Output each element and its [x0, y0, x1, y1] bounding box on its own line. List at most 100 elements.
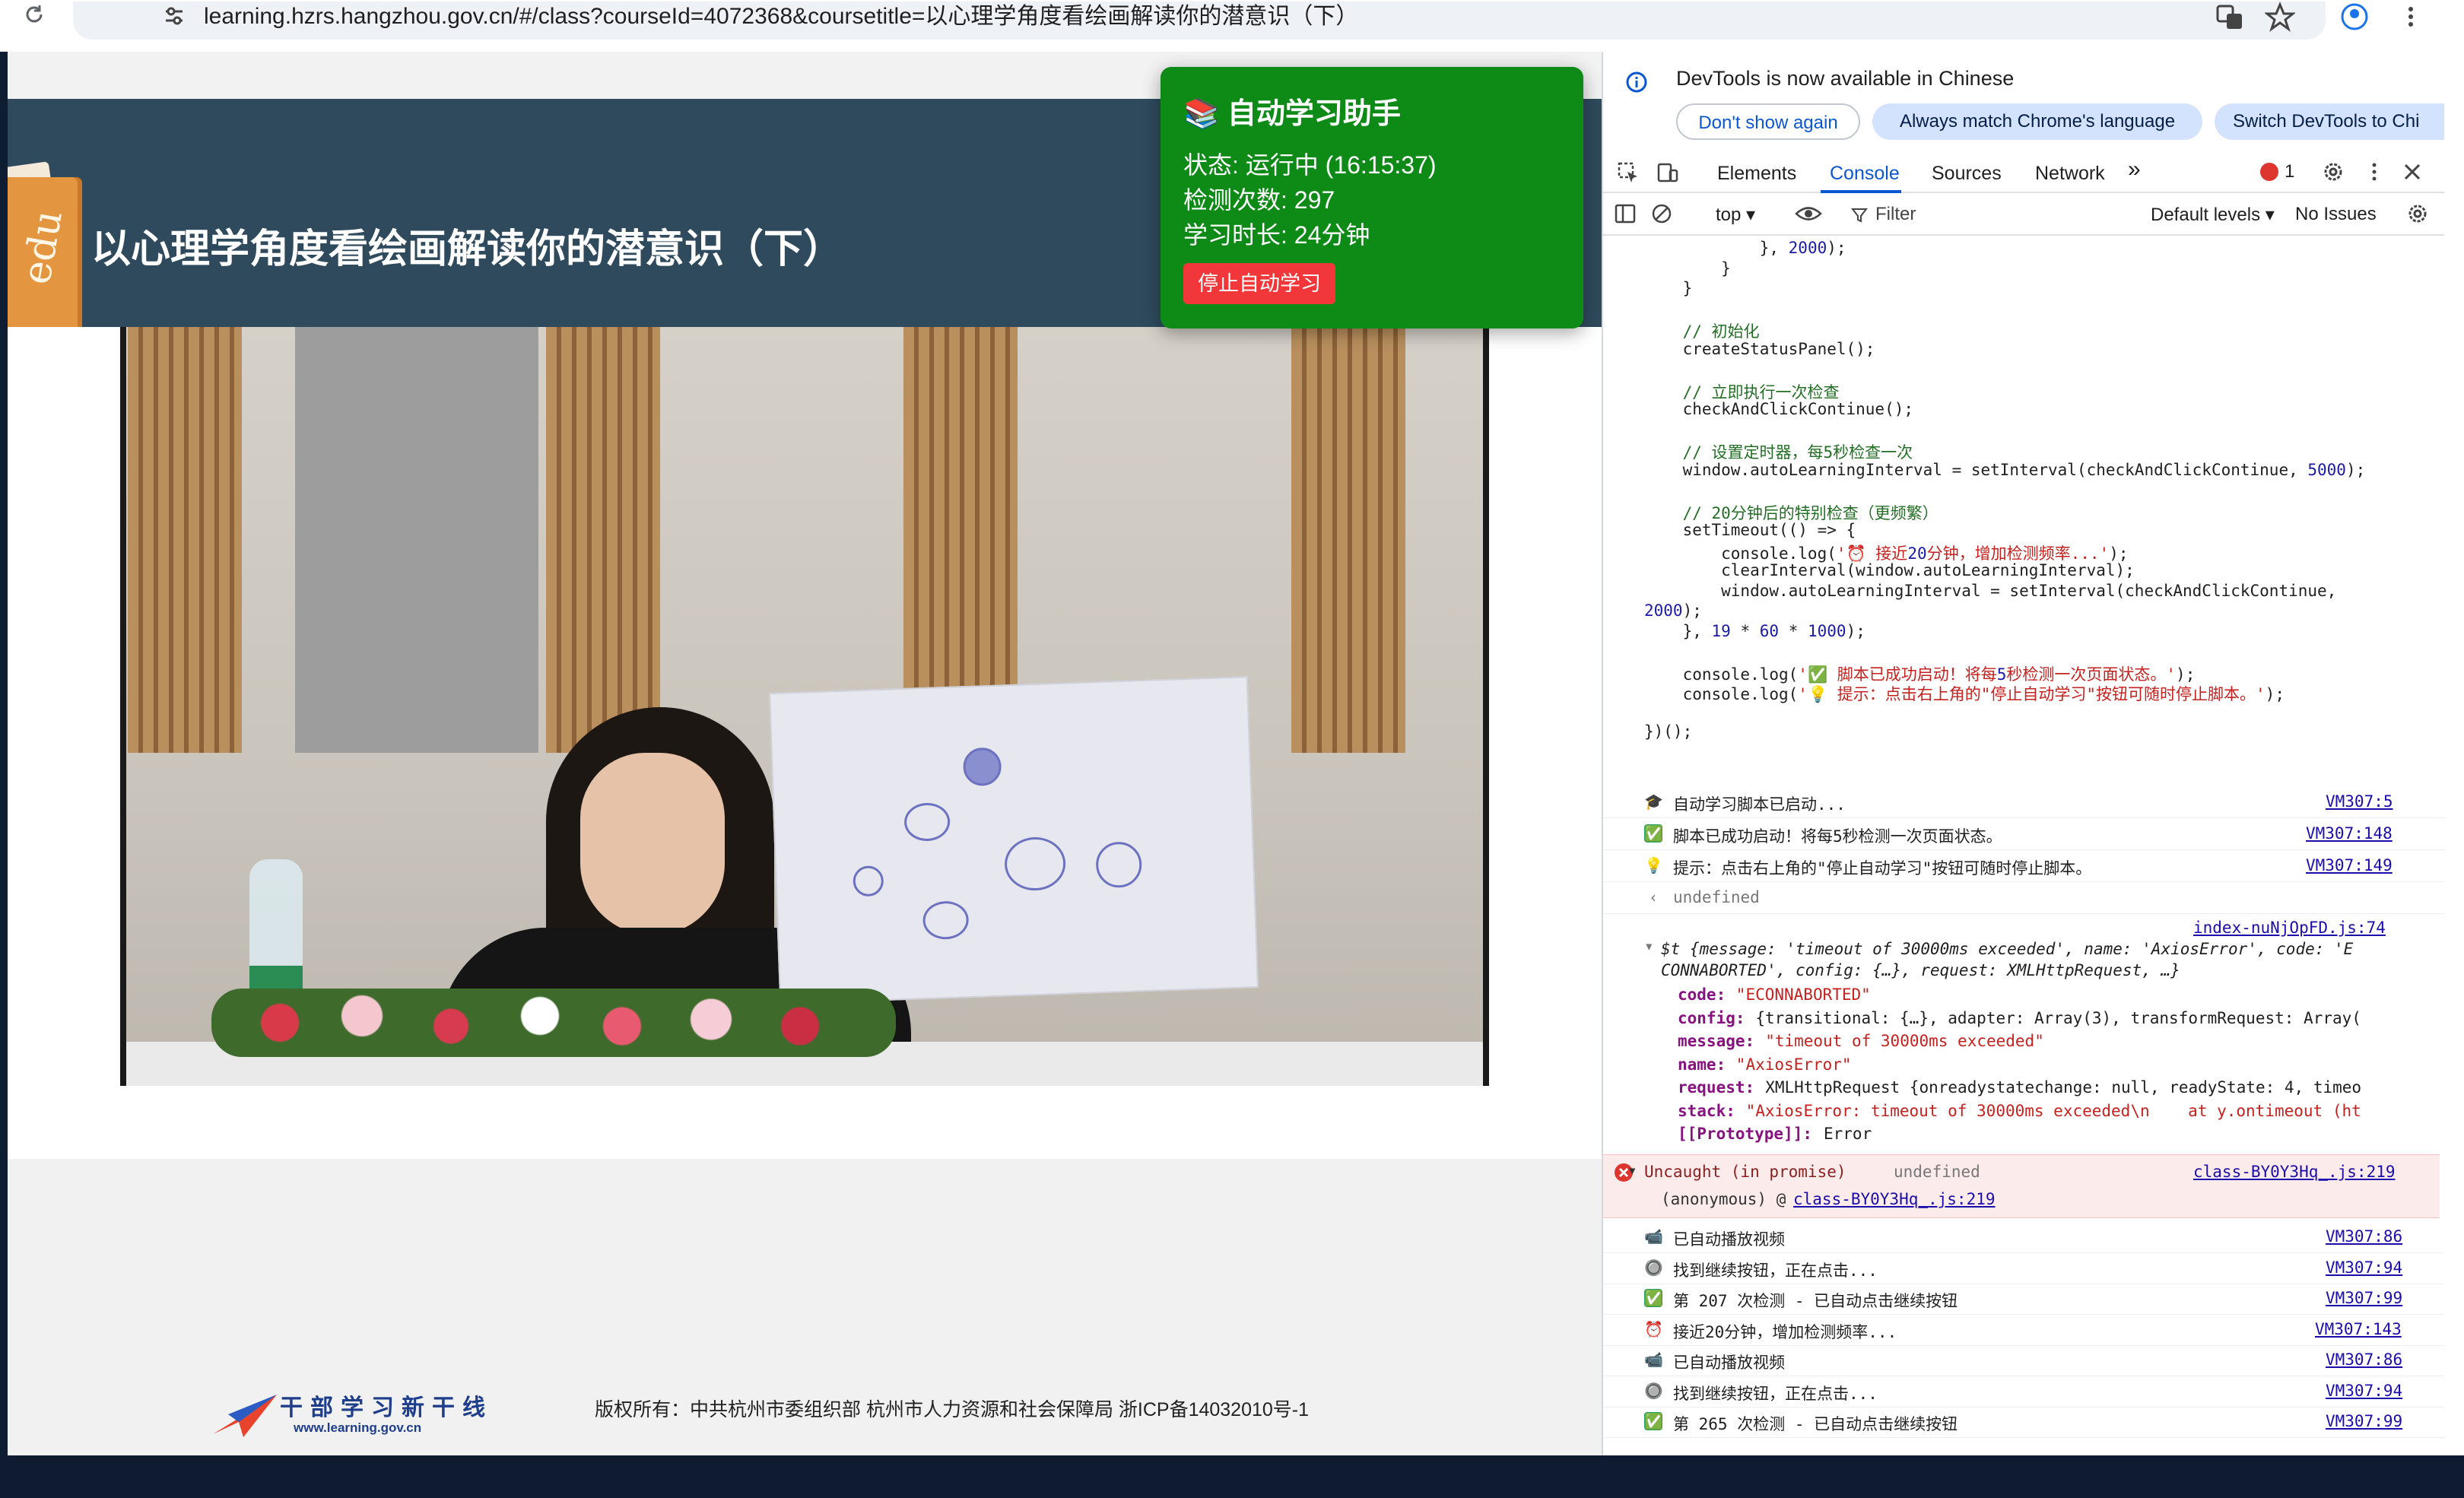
axios-source-link[interactable]: index-nuNjOpFD.js:74 [2193, 919, 2386, 937]
eval-result: undefined [1673, 888, 1760, 906]
log-source-link[interactable]: VM307:148 [2306, 824, 2393, 843]
property-value: {transitional: {…}, adapter: Array(3), t… [1755, 1008, 2361, 1027]
code-line: } [1644, 279, 1693, 297]
translate-icon[interactable] [2215, 2, 2245, 32]
assistant-status: 状态: 运行中 (16:15:37) [1183, 151, 1437, 179]
code-line: // 20分钟后的特别检查（更频繁） [1644, 503, 1938, 522]
filter-placeholder: Filter [1875, 204, 1916, 224]
expand-triangle-icon[interactable]: ▾ [1627, 1161, 1637, 1179]
log-source-link[interactable]: VM307:143 [2315, 1320, 2402, 1338]
devtools-menu-icon[interactable] [2367, 160, 2382, 184]
code-line: // 初始化 [1644, 322, 1760, 341]
context-selector[interactable]: top ▾ [1716, 204, 1755, 226]
inspect-element-icon[interactable] [1617, 161, 1640, 184]
live-expression-eye-icon[interactable] [1795, 202, 1822, 225]
sidebar-toggle-icon[interactable] [1614, 202, 1637, 225]
assistant-duration: 学习时长: 24分钟 [1183, 221, 1370, 249]
video-camera-icon: 📹 [1644, 1227, 1663, 1246]
expand-triangle-icon[interactable]: ▾ [1644, 937, 1654, 955]
property-value: "timeout of 30000ms exceeded" [1765, 1032, 2044, 1050]
profile-icon[interactable] [2339, 2, 2370, 32]
code-line: }, 19 * 60 * 1000); [1644, 621, 1865, 640]
footer-logo-url: www.learning.gov.cn [294, 1420, 422, 1435]
console-log-row: ✅ 第 265 次检测 - 已自动点击继续按钮 VM307:99 [1603, 1406, 2444, 1438]
log-message: 接近20分钟，增加检测频率... [1673, 1322, 1897, 1341]
error-badge-icon[interactable] [2260, 163, 2278, 181]
axios-error-summary[interactable]: $t {message: 'timeout of 30000ms exceede… [1661, 940, 2353, 958]
desktop-strip [0, 1455, 2464, 1498]
log-source-link[interactable]: VM307:86 [2326, 1227, 2402, 1246]
log-message: 已自动播放视频 [1673, 1354, 1785, 1372]
stack-frame-link[interactable]: class-BY0Y3Hq_.js:219 [1793, 1190, 1996, 1208]
issues-button[interactable]: No Issues [2295, 204, 2377, 225]
log-source-link[interactable]: VM307:149 [2306, 856, 2393, 874]
video-area [8, 327, 1602, 1159]
clear-console-icon[interactable] [1650, 202, 1673, 225]
property-key: stack: [1678, 1101, 1735, 1120]
log-source-link[interactable]: VM307:94 [2326, 1382, 2402, 1400]
log-source-link[interactable]: VM307:99 [2326, 1289, 2402, 1307]
log-source-link[interactable]: VM307:94 [2326, 1258, 2402, 1277]
settings-gear-icon[interactable] [2321, 160, 2345, 184]
match-language-button[interactable]: Always match Chrome's language [1872, 103, 2202, 140]
log-message: 自动学习脚本已启动... [1673, 795, 1846, 814]
log-source-link[interactable]: VM307:99 [2326, 1412, 2402, 1430]
log-levels-dropdown[interactable]: Default levels ▾ [2151, 204, 2275, 226]
drawing-mark [903, 801, 951, 842]
browser-toolbar: learning.hzrs.hangzhou.gov.cn/#/class?co… [0, 0, 2464, 52]
console-log-row: ✅ 第 207 次检测 - 已自动点击继续按钮 VM307:99 [1603, 1283, 2444, 1315]
paper-plane-logo-icon [213, 1395, 277, 1437]
video-wood-slats [546, 327, 660, 753]
url-text[interactable]: learning.hzrs.hangzhou.gov.cn/#/class?co… [204, 0, 1358, 30]
tab-elements[interactable]: Elements [1717, 163, 1796, 185]
drawing-mark [1003, 836, 1067, 892]
site-info-icon[interactable] [163, 5, 186, 27]
console-filter-input[interactable]: Filter [1850, 199, 2108, 230]
console-output: }, 2000); } } // 初始化 createStatusPanel()… [1603, 237, 2444, 1455]
error-count[interactable]: 1 [2285, 161, 2294, 182]
log-source-link[interactable]: VM307:86 [2326, 1350, 2402, 1369]
tab-network[interactable]: Network [2035, 163, 2105, 185]
close-devtools-icon[interactable] [2402, 161, 2423, 182]
console-log-row: ⏰ 接近20分钟，增加检测频率... VM307:143 [1603, 1314, 2444, 1346]
drawing-sheet [769, 676, 1259, 1004]
assistant-title: 📚 自动学习助手 [1183, 98, 1401, 130]
footer-logo-title: 干部学习新干线 [280, 1395, 493, 1421]
code-line: console.log('💡 提示：点击右上角的"停止自动学习"按钮可随时停止脚… [1644, 685, 2285, 703]
video-wood-slats [128, 327, 242, 753]
code-line: 2000); [1644, 601, 1702, 620]
browser-menu-icon[interactable] [2396, 2, 2426, 32]
reload-icon[interactable] [23, 3, 46, 26]
video-player[interactable] [120, 327, 1489, 1086]
bookmark-star-icon[interactable] [2265, 2, 2295, 32]
more-tabs-button[interactable]: » [2128, 157, 2141, 182]
property-value: Error [1824, 1125, 1872, 1143]
error-source-link[interactable]: class-BY0Y3Hq_.js:219 [2193, 1163, 2396, 1181]
property-key: name: [1678, 1055, 1726, 1074]
dont-show-again-button[interactable]: Don't show again [1676, 103, 1860, 140]
drawing-mark [1095, 841, 1143, 889]
log-message: 找到继续按钮，正在点击... [1673, 1261, 1878, 1280]
speaker-face [580, 753, 725, 935]
footer-logo[interactable]: 干部学习新干线 www.learning.gov.cn [213, 1389, 487, 1442]
log-message: 脚本已成功启动！将每5秒检测一次页面状态。 [1673, 827, 2002, 846]
video-camera-icon: 📹 [1644, 1350, 1663, 1369]
switch-devtools-button[interactable]: Switch DevTools to Chi [2215, 103, 2444, 140]
filter-funnel-icon [1851, 208, 1868, 223]
log-source-link[interactable]: VM307:5 [2326, 792, 2393, 811]
tab-console[interactable]: Console [1830, 163, 1900, 185]
return-arrow-icon: ‹ [1648, 888, 1659, 906]
device-toggle-icon[interactable] [1656, 161, 1679, 184]
console-settings-gear-icon[interactable] [2406, 202, 2429, 225]
drawing-mark [922, 900, 970, 941]
page-footer: 干部学习新干线 www.learning.gov.cn 版权所有：中共杭州市委组… [8, 1159, 1602, 1455]
axios-error-summary-cont: CONNABORTED', config: {…}, request: XMLH… [1661, 961, 2180, 979]
code-line: setTimeout(() => { [1644, 521, 1856, 539]
stop-auto-learning-button[interactable]: 停止自动学习 [1183, 263, 1335, 304]
radio-button-icon: 🔘 [1644, 1258, 1663, 1277]
address-bar[interactable]: learning.hzrs.hangzhou.gov.cn/#/class?co… [73, 2, 2326, 40]
code-line: window.autoLearningInterval = setInterva… [1644, 581, 2337, 600]
log-message: 提示：点击右上角的"停止自动学习"按钮可随时停止脚本。 [1673, 859, 2092, 878]
tab-sources[interactable]: Sources [1932, 163, 2002, 185]
code-line: clearInterval(window.autoLearningInterva… [1644, 561, 2135, 579]
